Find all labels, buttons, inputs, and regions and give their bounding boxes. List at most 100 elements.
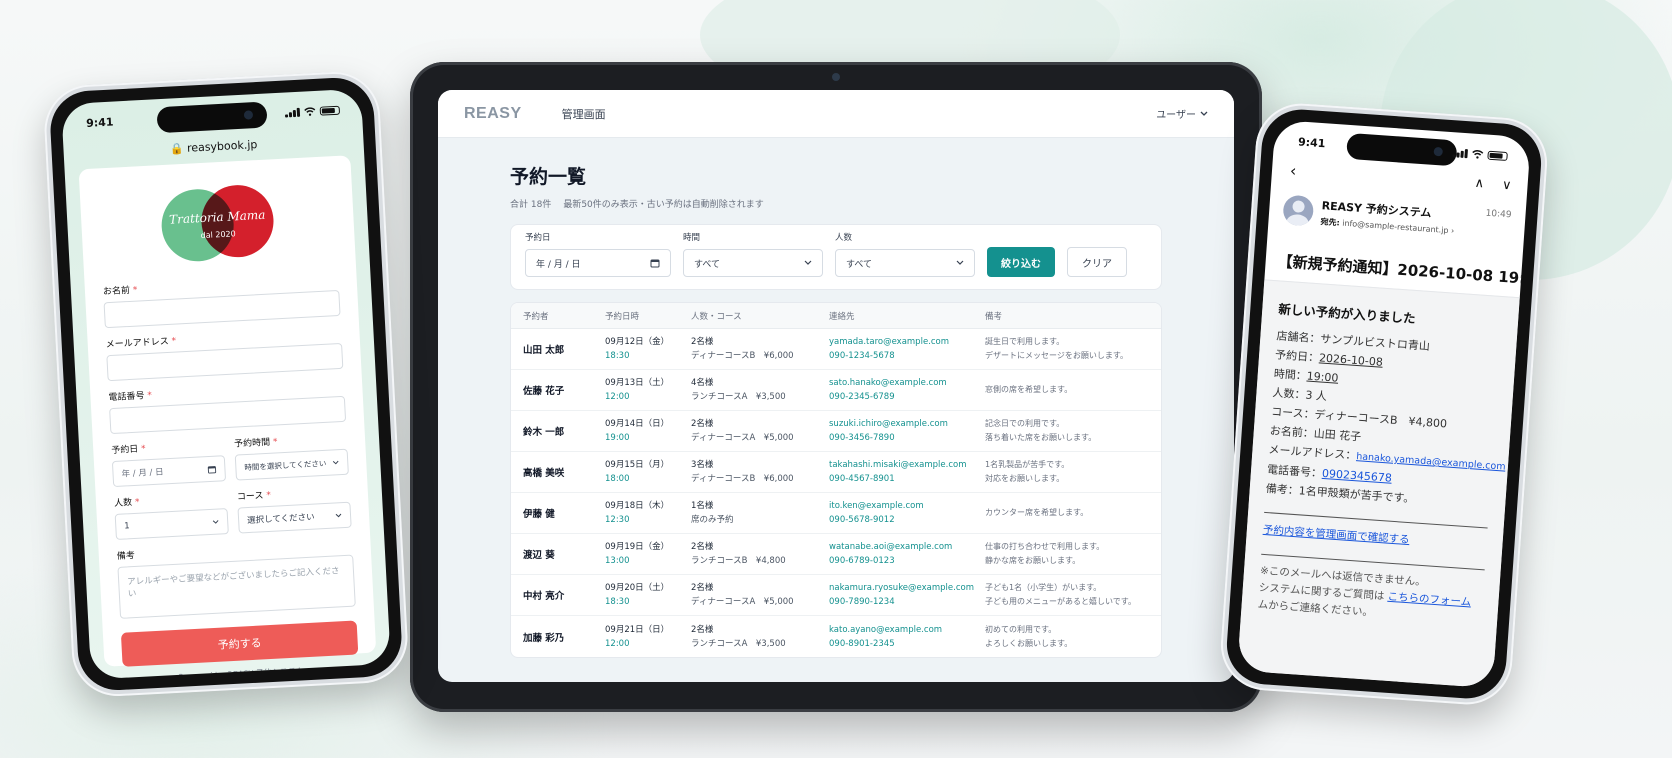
phone-link[interactable]: 090-4567-8901 xyxy=(829,472,985,486)
email-link[interactable]: nakamura.ryosuke@example.com xyxy=(829,581,985,595)
contact-form-link[interactable]: こちらのフォーム xyxy=(1387,591,1471,609)
filter-people-select[interactable]: すべて xyxy=(835,249,975,277)
guest-name: 中村 亮介 xyxy=(523,591,565,602)
notes-textarea[interactable]: アレルギーやご要望などがございましたらご記入ください xyxy=(117,554,356,619)
guest-name: 山田 太郎 xyxy=(523,345,565,356)
table-row[interactable]: 高橋 美咲 09月15日（月） 18:00 3名様 ディナーコースB ¥6,000 … xyxy=(511,452,1161,493)
url-text: reasybook.jp xyxy=(186,138,258,155)
top-navbar: REASY 管理画面 ユーザー xyxy=(438,90,1234,138)
reserve-button[interactable]: 予約する xyxy=(120,620,359,667)
reservation-note: 誕生日で利用します。 デザートにメッセージをお願いします。 xyxy=(985,337,1129,360)
user-menu[interactable]: ユーザー xyxy=(1156,106,1208,121)
table-row[interactable]: 山田 太郎 09月12日（金） 18:30 2名様 ディナーコースB ¥6,000 … xyxy=(511,329,1161,370)
phone-link[interactable]: 090-6789-0123 xyxy=(829,554,985,568)
email-link[interactable]: sato.hanako@example.com xyxy=(829,376,985,390)
table-row[interactable]: 伊藤 健 09月18日（木） 12:30 1名様 席のみ予約 ito.ken@exa… xyxy=(511,493,1161,534)
brand-logo[interactable]: REASY xyxy=(464,105,522,123)
course-label: コース * xyxy=(236,490,272,503)
phone-link[interactable]: 090-8901-2345 xyxy=(829,637,985,651)
phone-link[interactable]: 090-5678-9012 xyxy=(829,513,985,527)
filter-date-input[interactable]: 年 / 月 / 日 xyxy=(525,249,671,277)
battery-icon xyxy=(319,105,341,116)
guest-name: 渡辺 葵 xyxy=(523,550,555,561)
reservation-note: 窓側の席を希望します。 xyxy=(985,385,1073,394)
party-course: 2名様 ランチコースB ¥4,800 xyxy=(691,542,786,566)
filter-time-select[interactable]: すべて xyxy=(683,249,823,277)
table-row[interactable]: 中村 亮介 09月20日（土） 18:30 2名様 ディナーコースA ¥5,000 … xyxy=(511,575,1161,616)
clear-filter-button[interactable]: クリア xyxy=(1067,247,1127,277)
chevron-down-icon xyxy=(956,260,964,265)
email-link[interactable]: ito.ken@example.com xyxy=(829,499,985,513)
chevron-down-icon xyxy=(212,519,219,524)
filter-people-label: 人数 xyxy=(835,233,853,243)
email-link[interactable]: takahashi.misaki@example.com xyxy=(829,458,985,472)
email-input[interactable] xyxy=(106,342,344,382)
date-label: 予約日 * xyxy=(111,444,146,457)
party-course: 2名様 ディナーコースB ¥6,000 xyxy=(691,337,794,361)
battery-icon xyxy=(1487,150,1508,162)
table-row[interactable]: 渡辺 葵 09月19日（金） 13:00 2名様 ランチコースB ¥4,800 wa… xyxy=(511,534,1161,575)
phone-link[interactable]: 090-3456-7890 xyxy=(829,431,985,445)
chevron-down-icon xyxy=(804,260,812,265)
reservation-datetime: 09月13日（土） 12:00 xyxy=(605,378,670,402)
phone-link[interactable]: 090-7890-1234 xyxy=(829,595,985,609)
table-row[interactable]: 鈴木 一郎 09月14日（日） 19:00 2名様 ディナーコースA ¥5,000 … xyxy=(511,411,1161,452)
reservation-datetime: 09月21日（日） 12:00 xyxy=(605,624,670,649)
apply-filter-button[interactable]: 絞り込む xyxy=(987,247,1055,277)
status-time: 9:41 xyxy=(1297,135,1326,151)
party-course: 2名様 ディナーコースA ¥5,000 xyxy=(691,583,794,607)
powered-by-text: Powered by REASY 予約システム xyxy=(178,666,304,680)
footer-note: ※このメールへは返信できません。 システムに関するご質問は こちらのフォーム ム… xyxy=(1257,564,1472,619)
name-input[interactable] xyxy=(103,289,341,329)
nav-admin-link[interactable]: 管理画面 xyxy=(562,106,606,122)
chevron-down-icon[interactable]: ∨ xyxy=(1502,178,1513,194)
reservation-note: 子ども1名（小学生）がいます。 子ども用のメニューがあると嬉しいです。 xyxy=(985,583,1136,606)
total-count: 合計 18件 xyxy=(510,200,552,210)
filter-time-value: すべて xyxy=(694,259,721,270)
email-link[interactable]: suzuki.ichiro@example.com xyxy=(829,417,985,431)
user-menu-label: ユーザー xyxy=(1156,110,1196,121)
phone-link[interactable]: 090-2345-6789 xyxy=(829,390,985,404)
reservation-note: 初めての利用です。 よろしくお願いします。 xyxy=(985,624,1073,648)
guest-name: 佐藤 花子 xyxy=(523,386,565,397)
right-phone-device: 9:41 ‹ ∧ ∨ REASY 予約システム 宛先: info@sample-… xyxy=(1217,100,1551,708)
chevron-up-icon[interactable]: ∧ xyxy=(1474,176,1485,192)
filter-date-value: 年 / 月 / 日 xyxy=(536,259,581,270)
table-row[interactable]: 加藤 彩乃 09月21日（日） 12:00 2名様 ランチコースA ¥3,500 k… xyxy=(511,616,1161,657)
contact-info: takahashi.misaki@example.com 090-4567-890… xyxy=(829,458,985,486)
back-arrow-icon[interactable]: ‹ xyxy=(1289,161,1297,180)
contact-info: sato.hanako@example.com 090-2345-6789 xyxy=(829,376,985,404)
email-link[interactable]: yamada.taro@example.com xyxy=(829,335,985,349)
email-link[interactable]: kato.ayano@example.com xyxy=(829,623,985,637)
reservation-note: 仕事の打ち合わせで利用します。 静かな席をお願いします。 xyxy=(985,542,1105,565)
mail-body: 新しい予約が入りました 店舗名：サンプルビストロ青山 予約日：2026-10-0… xyxy=(1237,279,1520,689)
reservation-datetime: 09月18日（木） 12:30 xyxy=(605,501,670,525)
contact-info: kato.ayano@example.com 090-8901-2345 xyxy=(829,623,985,651)
col-header: 連絡先 xyxy=(829,311,855,322)
calendar-icon xyxy=(207,465,217,474)
page-subtitle: 合計 18件 最新50件のみ表示・古い予約は自動削除されます xyxy=(510,197,1162,210)
email-link[interactable]: watanabe.aoi@example.com xyxy=(829,540,985,554)
page-title: 予約一覧 xyxy=(510,166,587,188)
left-phone-device: 9:41 🔒 reasybook.jp Trattoria Mama dal 2… xyxy=(42,69,410,699)
people-label: 人数 * xyxy=(113,497,140,510)
party-course: 2名様 ディナーコースA ¥5,000 xyxy=(691,419,794,443)
people-select[interactable]: 1 xyxy=(114,508,229,540)
retention-note: 最新50件のみ表示・古い予約は自動削除されます xyxy=(563,200,764,210)
wifi-icon xyxy=(1472,150,1484,159)
guest-name: 伊藤 健 xyxy=(523,509,555,520)
avatar xyxy=(1282,194,1315,227)
party-course: 1名様 席のみ予約 xyxy=(691,501,734,525)
col-header: 予約者 xyxy=(523,311,549,322)
phone-link[interactable]: 090-1234-5678 xyxy=(829,349,985,363)
course-select[interactable]: 選択してください xyxy=(237,501,352,534)
contact-info: nakamura.ryosuke@example.com 090-7890-123… xyxy=(829,581,985,609)
email-screen: 9:41 ‹ ∧ ∨ REASY 予約システム 宛先: info@sample-… xyxy=(1237,119,1531,689)
signal-icon xyxy=(1452,148,1468,159)
date-value: 年 / 月 / 日 xyxy=(121,467,164,480)
table-row[interactable]: 佐藤 花子 09月13日（土） 12:00 4名様 ランチコースA ¥3,500 s… xyxy=(511,370,1161,411)
course-value: 選択してください xyxy=(246,512,315,527)
mail-toolbar: ‹ ∧ ∨ xyxy=(1289,161,1512,195)
customer-tel-link[interactable]: 0902345678 xyxy=(1322,467,1393,485)
admin-screen: REASY 管理画面 ユーザー 予約一覧 合計 18件 最新50件のみ表示・古い… xyxy=(438,90,1234,682)
